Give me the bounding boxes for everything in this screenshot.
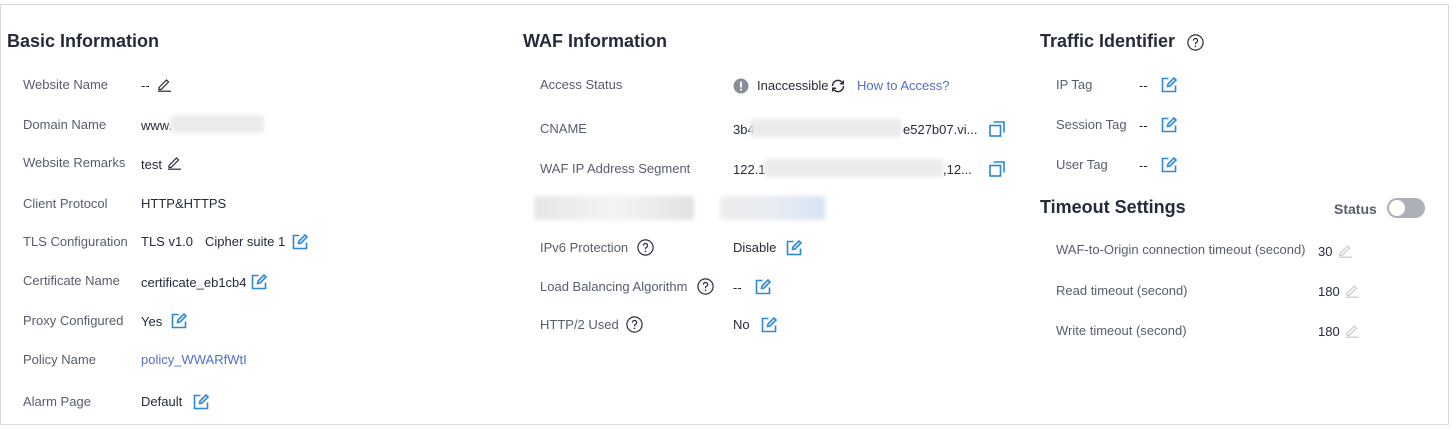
redacted-cname bbox=[750, 119, 902, 137]
edit-icon[interactable] bbox=[785, 239, 803, 257]
edit-icon[interactable] bbox=[1160, 76, 1178, 94]
edit-icon[interactable] bbox=[250, 273, 268, 291]
pencil-icon[interactable] bbox=[156, 76, 172, 92]
edit-icon[interactable] bbox=[1160, 156, 1178, 174]
timeout-settings-title: Timeout Settings bbox=[1040, 197, 1186, 217]
pencil-icon bbox=[1344, 282, 1360, 298]
redacted-row-value bbox=[720, 196, 825, 220]
policy-name-label: Policy Name bbox=[23, 352, 96, 367]
basic-information-title: Basic Information bbox=[7, 31, 160, 51]
ipv6-protection-value: Disable bbox=[733, 240, 777, 255]
redacted-domain bbox=[170, 115, 264, 133]
pencil-icon[interactable] bbox=[166, 154, 182, 170]
ip-segment-prefix: 122.1 bbox=[733, 162, 766, 177]
waf-ip-segment-label: WAF IP Address Segment bbox=[540, 161, 691, 176]
website-name-value: -- bbox=[141, 78, 150, 93]
domain-name-value: www. bbox=[141, 118, 173, 133]
session-tag-value: -- bbox=[1139, 118, 1148, 133]
pencil-icon bbox=[1344, 322, 1360, 338]
cname-suffix: e527b07.vi... bbox=[903, 122, 978, 137]
session-tag-label: Session Tag bbox=[1056, 117, 1127, 132]
ip-tag-label: IP Tag bbox=[1056, 77, 1093, 92]
tls-configuration-label: TLS Configuration bbox=[23, 234, 128, 249]
http2-used-value: No bbox=[733, 317, 750, 332]
help-icon[interactable] bbox=[1187, 34, 1204, 56]
traffic-identifier-title: Traffic Identifier bbox=[1040, 31, 1176, 51]
cname-label: CNAME bbox=[540, 121, 587, 136]
alarm-page-value: Default bbox=[141, 394, 183, 409]
help-icon[interactable] bbox=[637, 239, 654, 261]
proxy-configured-label: Proxy Configured bbox=[23, 313, 124, 328]
redacted-row-label bbox=[534, 196, 694, 220]
edit-icon[interactable] bbox=[170, 312, 188, 330]
redacted-ip bbox=[764, 159, 944, 177]
website-remarks-value: test bbox=[141, 157, 162, 172]
access-status-value: Inaccessible bbox=[757, 78, 829, 93]
ip-segment-suffix: ,12... bbox=[943, 162, 972, 177]
certificate-name-value: certificate_eb1cb4 bbox=[141, 275, 247, 290]
how-to-access-link[interactable]: How to Access? bbox=[857, 78, 950, 93]
policy-name-link[interactable]: policy_WWARfWtI bbox=[141, 352, 247, 367]
read-timeout-value: 180 bbox=[1318, 284, 1340, 299]
edit-icon[interactable] bbox=[192, 393, 210, 411]
ipv6-protection-label: IPv6 Protection bbox=[540, 240, 629, 255]
write-timeout-label: Write timeout (second) bbox=[1056, 323, 1187, 338]
edit-icon[interactable] bbox=[291, 233, 309, 251]
copy-icon[interactable] bbox=[989, 161, 1005, 177]
edit-icon[interactable] bbox=[1160, 116, 1178, 134]
user-tag-value: -- bbox=[1139, 158, 1148, 173]
write-timeout-value: 180 bbox=[1318, 324, 1340, 339]
load-balancing-label: Load Balancing Algorithm bbox=[540, 279, 688, 294]
help-icon[interactable] bbox=[697, 278, 714, 300]
ip-tag-value: -- bbox=[1139, 78, 1148, 93]
status-label: Status bbox=[1334, 201, 1377, 217]
client-protocol-value: HTTP&HTTPS bbox=[141, 196, 227, 211]
edit-icon[interactable] bbox=[754, 278, 772, 296]
read-timeout-label: Read timeout (second) bbox=[1056, 283, 1188, 298]
alarm-page-label: Alarm Page bbox=[23, 394, 91, 409]
domain-name-label: Domain Name bbox=[23, 117, 107, 132]
status-toggle[interactable] bbox=[1387, 198, 1425, 218]
access-status-label: Access Status bbox=[540, 77, 623, 92]
website-name-label: Website Name bbox=[23, 77, 109, 92]
connection-timeout-label: WAF-to-Origin connection timeout (second… bbox=[1056, 242, 1306, 257]
refresh-icon[interactable] bbox=[830, 78, 846, 94]
info-icon bbox=[733, 78, 749, 94]
tls-cipher-value: Cipher suite 1 bbox=[205, 234, 286, 249]
waf-information-title: WAF Information bbox=[523, 31, 667, 51]
http2-used-label: HTTP/2 Used bbox=[540, 317, 619, 332]
proxy-configured-value: Yes bbox=[141, 314, 163, 329]
edit-icon[interactable] bbox=[760, 316, 778, 334]
user-tag-label: User Tag bbox=[1056, 157, 1108, 172]
load-balancing-value: -- bbox=[733, 280, 742, 295]
pencil-icon bbox=[1337, 242, 1353, 258]
tls-version-value: TLS v1.0 bbox=[141, 234, 194, 249]
connection-timeout-value: 30 bbox=[1318, 244, 1333, 259]
copy-icon[interactable] bbox=[989, 121, 1005, 137]
certificate-name-label: Certificate Name bbox=[23, 273, 120, 288]
help-icon[interactable] bbox=[626, 316, 643, 338]
toggle-knob bbox=[1389, 200, 1405, 216]
website-remarks-label: Website Remarks bbox=[23, 155, 126, 170]
client-protocol-label: Client Protocol bbox=[23, 196, 108, 211]
